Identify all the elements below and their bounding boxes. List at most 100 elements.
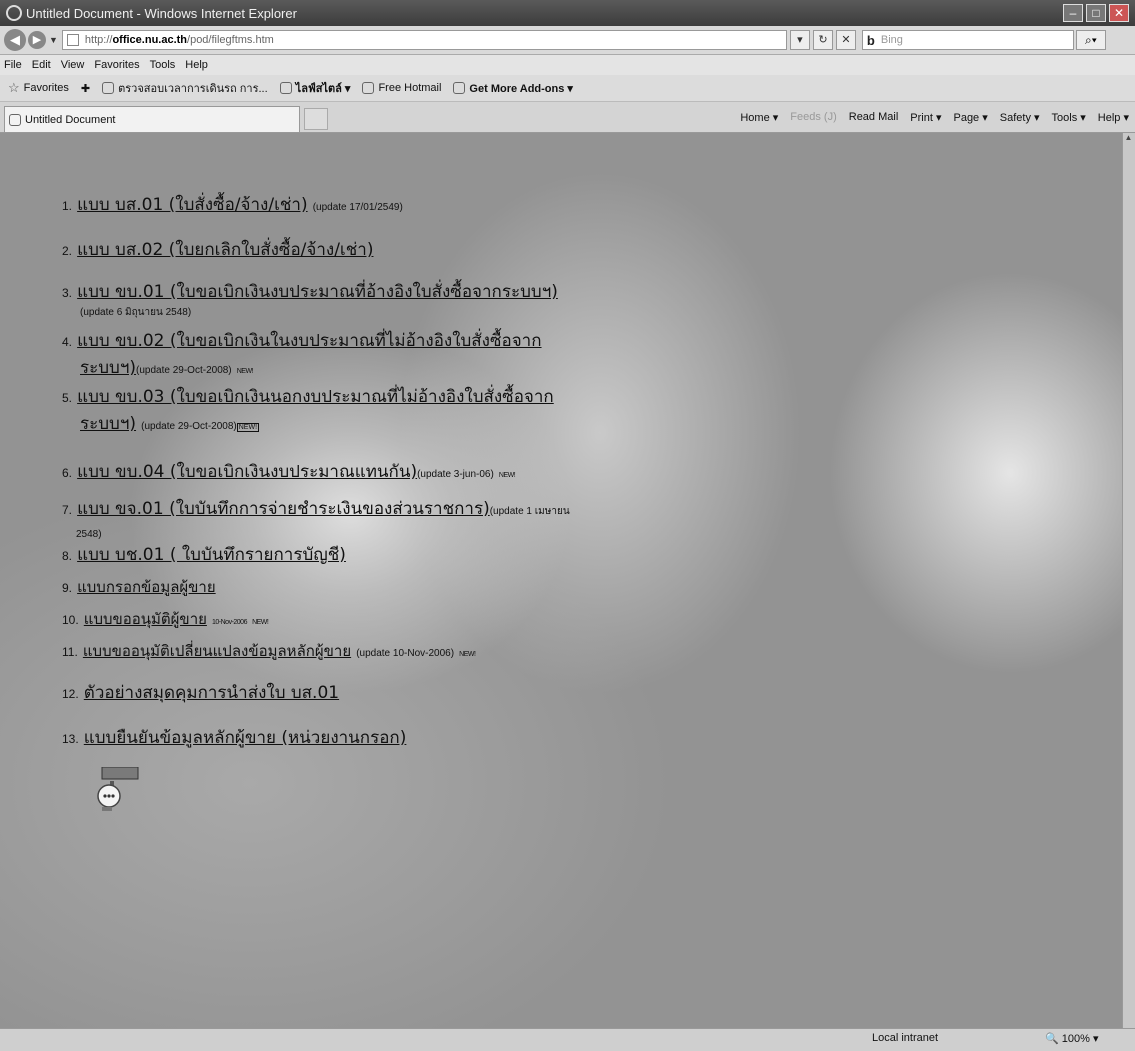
form-link[interactable]: แบบขออนุมัติผู้ขาย (84, 610, 207, 628)
favorites-button[interactable]: Favorites (24, 82, 69, 94)
list-item: 1. แบบ บส.01 (ใบสั่งซื้อ/จ้าง/เช่า) (upd… (62, 191, 722, 218)
form-link[interactable]: แบบ บส.01 (ใบสั่งซื้อ/จ้าง/เช่า) (77, 195, 308, 215)
list-item: 3. แบบ ขบ.01 (ใบขอเบิกเงินงบประมาณที่อ้า… (62, 278, 722, 320)
item-number: 2. (62, 244, 73, 258)
menu-view[interactable]: View (61, 59, 85, 71)
zoom-level[interactable]: 🔍 100% ▾ (1045, 1032, 1098, 1045)
item-number: 13. (62, 732, 79, 746)
address-dropdown-icon[interactable]: ▾ (789, 30, 810, 50)
item-number: 11. (62, 645, 78, 659)
new-badge: NEW! (236, 368, 254, 375)
form-link[interactable]: แบบขออนุมัติเปลี่ยนแปลงข้อมูลหลักผู้ขาย (83, 642, 351, 660)
list-item: 7. แบบ ขจ.01 (ใบบันทึกการจ่ายชำระเงินของ… (62, 495, 722, 541)
feeds-button[interactable]: Feeds (J) (790, 111, 836, 123)
new-badge: NEW! (252, 619, 269, 626)
list-item: 12. ตัวอย่างสมุดคุมการนำส่งใบ บส.01 (62, 679, 722, 706)
favorite-link-4[interactable]: Get More Add-ons ▾ (453, 82, 573, 95)
safety-menu[interactable]: Safety ▾ (1000, 111, 1040, 124)
home-button[interactable]: Home ▾ (740, 111, 778, 124)
forward-button[interactable]: ▶ (28, 31, 46, 49)
scroll-up-icon[interactable]: ▲ (1123, 133, 1134, 146)
minimize-button[interactable]: – (1063, 4, 1083, 22)
update-note: (update 3-jun-06) (417, 469, 494, 480)
address-bar: ◀ ▶ ▼ http:// office.nu.ac.th /pod/fileg… (0, 26, 1135, 55)
add-favorite-button[interactable]: ✚ (81, 82, 90, 95)
item-number: 8. (62, 549, 73, 563)
list-item: 5. แบบ ขบ.03 (ใบขอเบิกเงินนอกงบประมาณที่… (62, 383, 722, 437)
title-bar: Untitled Document - Windows Internet Exp… (0, 0, 1135, 26)
refresh-icon[interactable]: ↻ (812, 30, 833, 50)
tab-untitled-document[interactable]: Untitled Document (4, 106, 300, 132)
form-link[interactable]: แบบกรอกข้อมูลผู้ขาย (77, 578, 216, 596)
stop-icon[interactable]: ✕ (835, 30, 856, 50)
url-path: /pod/filegftms.htm (187, 34, 274, 46)
tab-label: Untitled Document (25, 113, 116, 126)
favorite-label: ไลฟ์สไตล์ ▾ (295, 83, 351, 95)
form-link[interactable]: แบบ ขบ.02 (ใบขอเบิกเงินในงบประมาณที่ไม่อ… (77, 331, 541, 351)
back-button[interactable]: ◀ (4, 29, 26, 51)
url-prefix: http:// (84, 34, 113, 46)
item-number: 1. (62, 199, 73, 213)
list-item: 11. แบบขออนุมัติเปลี่ยนแปลงข้อมูลหลักผู้… (62, 639, 722, 663)
item-number: 12. (62, 687, 79, 701)
address-input[interactable]: http:// office.nu.ac.th /pod/filegftms.h… (61, 30, 787, 50)
menu-help[interactable]: Help (185, 59, 208, 71)
chat-bubble-icon[interactable] (96, 767, 140, 817)
favorite-link-1[interactable]: ตรวจสอบเวลาการเดินรถ การ... (102, 79, 268, 97)
item-number: 10. (62, 613, 79, 627)
menu-file[interactable]: File (4, 59, 22, 71)
form-link[interactable]: แบบ ขบ.03 (ใบขอเบิกเงินนอกงบประมาณที่ไม่… (77, 387, 554, 407)
search-icon[interactable]: ⌕▾ (1075, 30, 1106, 50)
help-menu[interactable]: Help ▾ (1098, 111, 1129, 124)
item-number: 6. (62, 466, 73, 480)
favorite-link-3[interactable]: Free Hotmail (362, 82, 441, 94)
item-number: 4. (62, 335, 73, 349)
list-item: 8. แบบ บช.01 ( ใบบันทึกรายการบัญชี) (62, 541, 722, 568)
update-note: (update 10-Nov-2006) (356, 648, 455, 659)
item-number: 7. (62, 503, 73, 517)
browser-window: Untitled Document - Windows Internet Exp… (0, 0, 1135, 1051)
new-tab-button[interactable] (304, 108, 328, 130)
window-title: Untitled Document - Windows Internet Exp… (26, 5, 297, 21)
list-item: 13. แบบยืนยันข้อมูลหลักผู้ขาย (หน่วยงานก… (62, 724, 722, 751)
new-badge: NEW! (459, 651, 476, 658)
menu-bar: File Edit View Favorites Tools Help (0, 55, 1135, 75)
search-input[interactable]: b Bing (861, 30, 1074, 50)
url-host: office.nu.ac.th (112, 34, 188, 46)
read-mail-button[interactable]: Read Mail (849, 111, 899, 123)
form-link[interactable]: แบบยืนยันข้อมูลหลักผู้ขาย (หน่วยงานกรอก) (84, 728, 407, 748)
ie-page-icon (362, 82, 375, 94)
page-menu[interactable]: Page ▾ (953, 111, 987, 124)
favorites-bar: ☆ Favorites ✚ ตรวจสอบเวลาการเดินรถ การ..… (0, 75, 1135, 102)
favorite-label: ตรวจสอบเวลาการเดินรถ การ... (118, 83, 268, 95)
ie-page-icon (453, 82, 466, 94)
vertical-scrollbar[interactable]: ▲ (1122, 133, 1135, 1028)
update-note-continued: 2548) (76, 529, 102, 540)
form-link[interactable]: แบบ บส.02 (ใบยกเลิกใบสั่งซื้อ/จ้าง/เช่า) (77, 240, 373, 260)
new-badge: NEW! (236, 423, 260, 432)
menu-favorites[interactable]: Favorites (94, 59, 139, 71)
ie-page-icon (9, 113, 21, 126)
menu-tools[interactable]: Tools (150, 59, 176, 71)
close-button[interactable]: ✕ (1109, 4, 1129, 22)
form-link[interactable]: แบบ ขจ.01 (ใบบันทึกการจ่ายชำระเงินของส่ว… (77, 499, 490, 519)
form-link[interactable]: แบบ บช.01 ( ใบบันทึกรายการบัญชี) (77, 545, 346, 565)
favorite-link-2[interactable]: ไลฟ์สไตล์ ▾ (279, 79, 351, 97)
star-icon[interactable]: ☆ (8, 80, 20, 96)
form-link-continued[interactable]: ระบบฯ) (80, 414, 136, 434)
page-icon (66, 34, 79, 46)
status-bar: Local intranet 🔍 100% ▾ (0, 1028, 1135, 1051)
recent-pages-icon[interactable]: ▼ (49, 35, 58, 45)
form-link[interactable]: แบบ ขบ.04 (ใบขอเบิกเงินงบประมาณแทนกัน) (77, 462, 417, 482)
form-link-continued[interactable]: ระบบฯ) (80, 358, 136, 378)
print-button[interactable]: Print ▾ (910, 111, 941, 124)
list-item: 4. แบบ ขบ.02 (ใบขอเบิกเงินในงบประมาณที่ไ… (62, 327, 722, 381)
form-link[interactable]: แบบ ขบ.01 (ใบขอเบิกเงินงบประมาณที่อ้างอิ… (77, 282, 558, 302)
menu-edit[interactable]: Edit (32, 59, 51, 71)
update-note: (update 29-Oct-2008) (136, 365, 232, 376)
form-link[interactable]: ตัวอย่างสมุดคุมการนำส่งใบ บส.01 (84, 683, 339, 703)
maximize-button[interactable]: □ (1086, 4, 1106, 22)
tools-menu[interactable]: Tools ▾ (1052, 111, 1086, 124)
update-note: (update 1 เมษายน (489, 506, 570, 517)
new-badge: NEW! (498, 472, 516, 479)
